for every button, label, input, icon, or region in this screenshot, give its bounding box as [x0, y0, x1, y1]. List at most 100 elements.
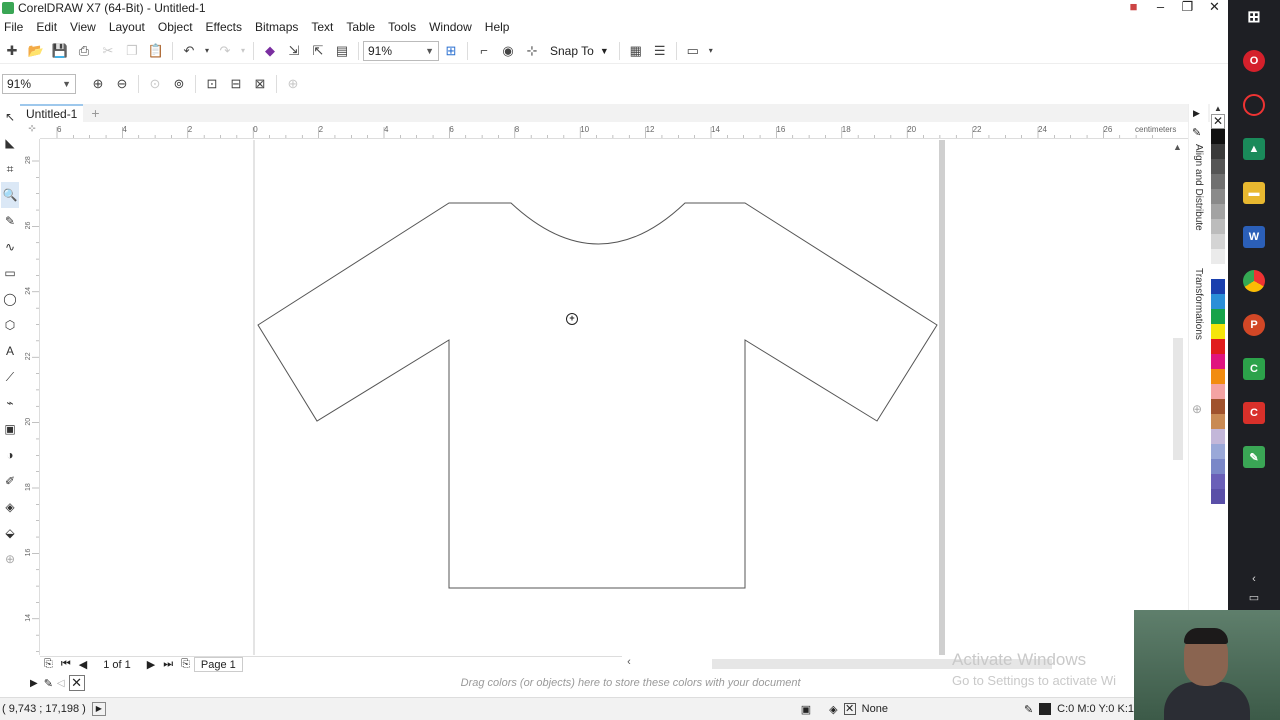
zoom-out-icon[interactable]: ⊖ [110, 73, 134, 95]
publish-pdf-icon[interactable]: ▤ [330, 40, 354, 62]
undo-dropdown-icon[interactable]: ▾ [201, 40, 213, 62]
tshirt-shape[interactable] [257, 202, 938, 589]
connector-tool-icon[interactable]: ⌁ [1, 390, 19, 416]
menu-help[interactable]: Help [481, 20, 519, 34]
save-icon[interactable]: 💾 [48, 40, 72, 62]
chrome-icon[interactable] [1243, 270, 1265, 292]
zoom-tool-icon[interactable]: 🔍 [1, 182, 19, 208]
menu-tools[interactable]: Tools [384, 20, 425, 34]
color-swatch[interactable] [1211, 204, 1225, 219]
minimize-button[interactable]: – [1147, 0, 1174, 16]
welcome-dropdown-icon[interactable]: ▾ [705, 40, 717, 62]
color-swatch[interactable] [1211, 384, 1225, 399]
expand-docker-icon[interactable]: ▶ [1193, 108, 1200, 119]
menu-table[interactable]: Table [342, 20, 384, 34]
menu-window[interactable]: Window [425, 20, 481, 34]
camtasia-icon[interactable]: C [1243, 358, 1265, 380]
file-explorer-icon[interactable]: ▬ [1243, 182, 1265, 204]
page-tab[interactable]: Page 1 [193, 657, 243, 672]
freehand-tool-icon[interactable]: ✎ [1, 208, 19, 234]
color-swatch[interactable] [1211, 129, 1225, 144]
next-page-icon[interactable]: ▶ [143, 658, 159, 671]
word-icon[interactable]: W [1243, 226, 1265, 248]
interactive-fill-tool-icon[interactable]: ◈ [1, 494, 19, 520]
powerpoint-icon[interactable]: P [1243, 314, 1265, 336]
show-grid-icon[interactable]: ◉ [496, 40, 520, 62]
full-screen-preview-icon[interactable]: ⊞ [439, 40, 463, 62]
add-toolbar-item-icon[interactable]: ⊕ [281, 73, 305, 95]
no-color-swatch[interactable]: ✕ [68, 675, 85, 691]
search-content-icon[interactable]: ◆ [258, 40, 282, 62]
welcome-screen-icon[interactable]: ▭ [681, 40, 705, 62]
zoom-levels-select[interactable]: 91% ▼ [2, 74, 76, 94]
zoom-to-page-height-icon[interactable]: ⊠ [248, 73, 272, 95]
color-eyedropper-tool-icon[interactable]: ✐ [1, 468, 19, 494]
copy-icon[interactable]: ❐ [120, 40, 144, 62]
doc-palette-arrow-icon[interactable]: ◁ [57, 678, 65, 689]
last-page-icon[interactable]: ⏭ [159, 658, 177, 671]
play-icon[interactable]: ▶ [91, 702, 106, 716]
print-icon[interactable]: ⎙ [72, 40, 96, 62]
menu-bitmaps[interactable]: Bitmaps [251, 20, 307, 34]
user-account-icon[interactable]: ■ [1120, 0, 1147, 16]
transparency-tool-icon[interactable]: ◑ [1, 442, 19, 468]
color-swatch[interactable] [1211, 249, 1225, 264]
new-document-icon[interactable]: ✚ [0, 40, 24, 62]
eyedropper-icon[interactable]: ✎ [44, 677, 53, 690]
media-player-icon[interactable] [1243, 94, 1265, 116]
color-swatch[interactable] [1211, 264, 1225, 279]
scroll-up-icon[interactable]: ▲ [1173, 142, 1182, 152]
doc-palette-expand-icon[interactable]: ▶ [30, 678, 38, 689]
document-tab[interactable]: Untitled-1 [20, 104, 84, 122]
zoom-to-selected-icon[interactable]: ⊙ [143, 73, 167, 95]
color-swatch[interactable] [1211, 324, 1225, 339]
color-swatch[interactable] [1211, 489, 1225, 504]
maximize-button[interactable]: ❐ [1174, 0, 1201, 16]
rectangle-tool-icon[interactable]: ▭ [1, 260, 19, 286]
zoom-to-page-width-icon[interactable]: ⊟ [224, 73, 248, 95]
drop-shadow-tool-icon[interactable]: ▣ [1, 416, 19, 442]
color-swatch[interactable] [1211, 444, 1225, 459]
menu-text[interactable]: Text [307, 20, 342, 34]
recorder-icon[interactable]: C [1243, 402, 1265, 424]
color-swatch[interactable] [1211, 369, 1225, 384]
vertical-ruler[interactable]: 28262422201816141210 [24, 139, 40, 655]
redo-dropdown-icon[interactable]: ▾ [237, 40, 249, 62]
add-tool-icon[interactable]: ⊕ [1, 546, 19, 572]
palette-scroll-up-icon[interactable]: ▲ [1214, 104, 1222, 114]
color-swatch[interactable] [1211, 429, 1225, 444]
zoom-in-icon[interactable]: ⊕ [86, 73, 110, 95]
store-icon[interactable]: ▲ [1243, 138, 1265, 160]
polygon-tool-icon[interactable]: ⬡ [1, 312, 19, 338]
color-swatch[interactable] [1211, 459, 1225, 474]
artistic-media-tool-icon[interactable]: ∿ [1, 234, 19, 260]
crop-tool-icon[interactable]: ⌗ [1, 156, 19, 182]
import-icon[interactable]: ⇲ [282, 40, 306, 62]
color-swatch[interactable] [1211, 189, 1225, 204]
first-page-icon[interactable]: ⏮ [57, 658, 75, 671]
ellipse-tool-icon[interactable]: ◯ [1, 286, 19, 312]
color-swatch[interactable] [1211, 339, 1225, 354]
outline-pen-icon[interactable]: ✎ [1024, 703, 1033, 716]
add-page-icon[interactable]: ⎘ [177, 658, 194, 671]
opera-icon[interactable]: O [1243, 50, 1265, 72]
show-guidelines-icon[interactable]: ⊹ [520, 40, 544, 62]
undo-icon[interactable]: ↶ [177, 40, 201, 62]
color-swatch[interactable] [1211, 234, 1225, 249]
menu-effects[interactable]: Effects [202, 20, 251, 34]
transformations-tab[interactable]: Transformations [1193, 268, 1204, 340]
page-options-icon[interactable]: ⎘ [40, 658, 57, 671]
export-icon[interactable]: ⇱ [306, 40, 330, 62]
color-swatch[interactable] [1211, 174, 1225, 189]
menu-edit[interactable]: Edit [32, 20, 66, 34]
parallel-dimension-tool-icon[interactable]: ⟋ [1, 364, 19, 390]
tray-expand-icon[interactable]: ‹ [1252, 573, 1256, 585]
redo-icon[interactable]: ↷ [213, 40, 237, 62]
coreldraw-taskbar-icon[interactable]: ✎ [1243, 446, 1265, 468]
application-launcher-icon[interactable]: ☰ [648, 40, 672, 62]
pick-tool-icon[interactable]: ↖ [1, 104, 19, 130]
color-swatch[interactable] [1211, 219, 1225, 234]
scroll-left-icon[interactable]: ‹ [622, 656, 636, 668]
menu-layout[interactable]: Layout [105, 20, 154, 34]
smart-fill-tool-icon[interactable]: ⬙ [1, 520, 19, 546]
